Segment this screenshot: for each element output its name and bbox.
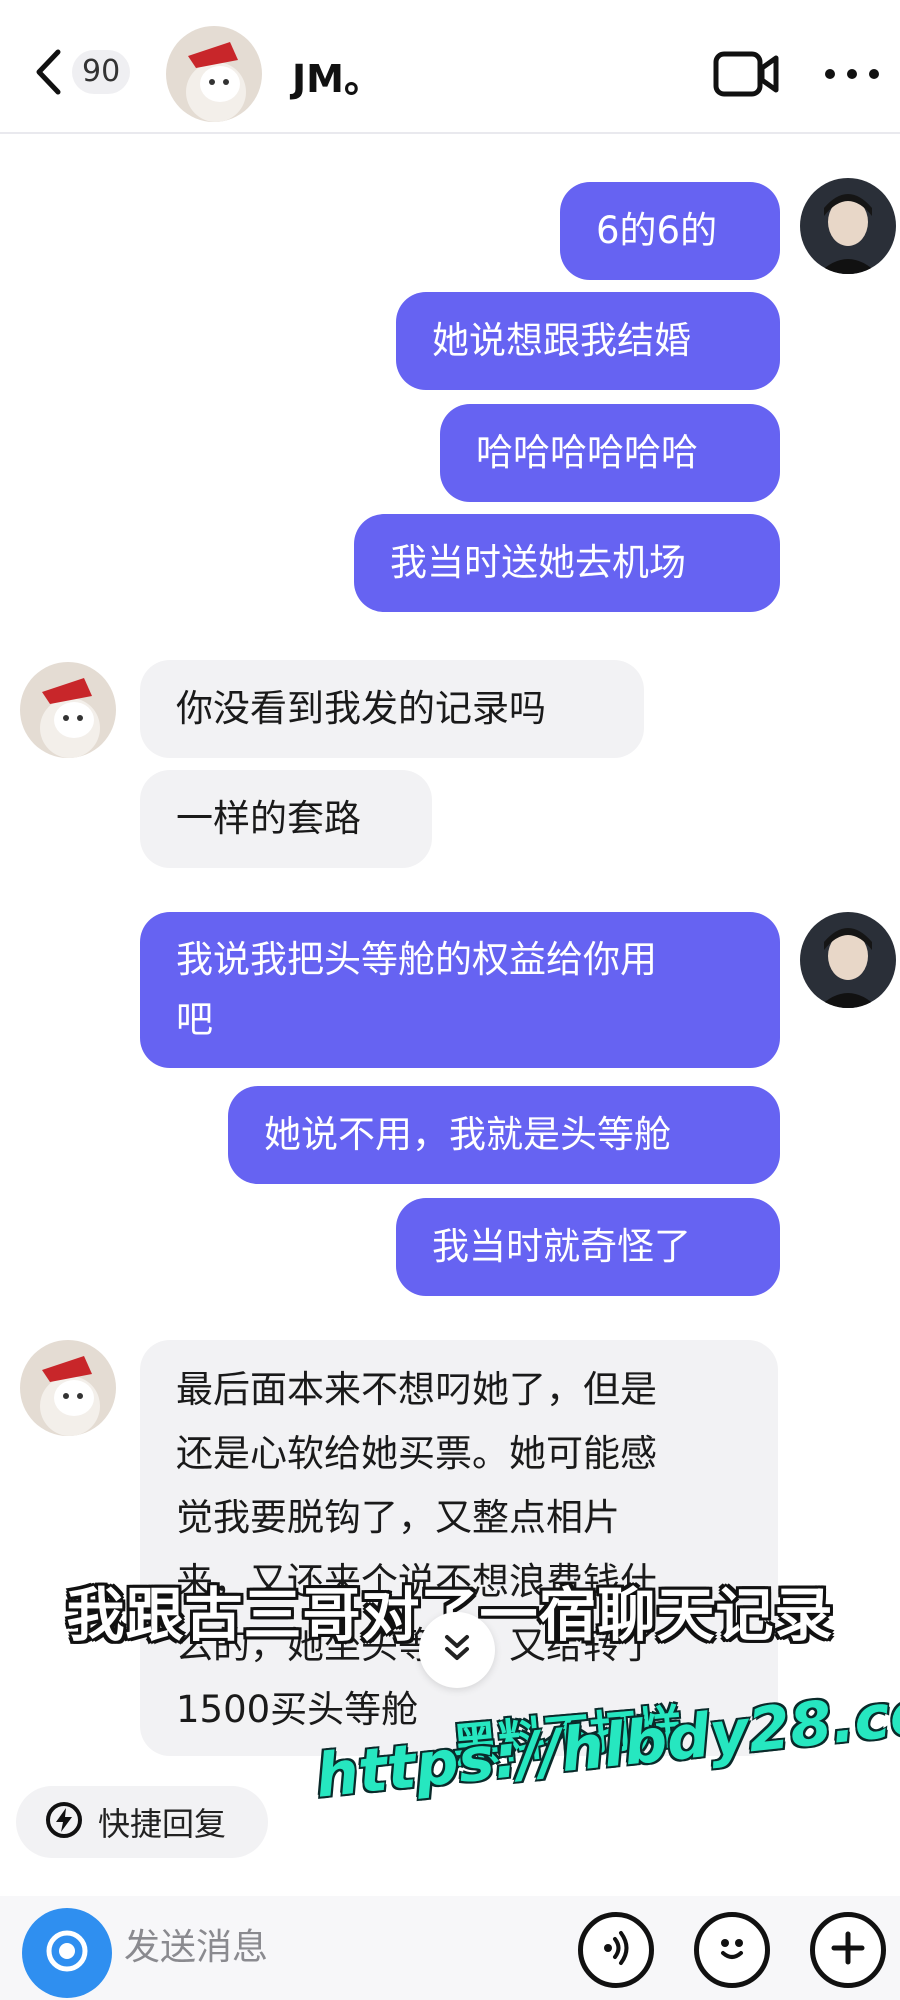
contact-avatar[interactable] xyxy=(166,26,262,122)
scroll-to-bottom-button[interactable] xyxy=(419,1612,495,1688)
quick-reply-button[interactable]: 快捷回复 xyxy=(16,1786,268,1858)
message-text: 一样的套路 xyxy=(176,797,361,840)
camera-icon xyxy=(41,1925,93,1981)
double-chevron-down-icon xyxy=(440,1631,474,1669)
message-input[interactable] xyxy=(124,1914,524,1980)
chevron-left-icon xyxy=(30,42,66,102)
message-bubble-sent[interactable]: 我说我把头等舱的权益给你用 吧 xyxy=(140,912,780,1068)
video-camera-icon xyxy=(712,51,782,106)
message-bubble-sent[interactable]: 我当时就奇怪了 xyxy=(396,1198,780,1296)
message-input-bar xyxy=(0,1896,900,2000)
message-text: 我当时就奇怪了 xyxy=(432,1225,691,1268)
chat-header: 90 JM。 xyxy=(0,0,900,134)
message-text-line: 我说我把头等舱的权益给你用 xyxy=(176,938,657,981)
message-bubble-received[interactable]: 你没看到我发的记录吗 xyxy=(140,660,644,758)
emoji-icon xyxy=(712,1928,752,1972)
message-bubble-sent[interactable]: 6的6的 xyxy=(560,182,780,280)
my-avatar[interactable] xyxy=(800,912,896,1008)
message-text-line: 吧 xyxy=(176,998,213,1041)
contact-avatar[interactable] xyxy=(20,1340,116,1436)
message-bubble-sent[interactable]: 她说想跟我结婚 xyxy=(396,292,780,390)
message-text-line: 觉我要脱钩了，又整点相片 xyxy=(176,1496,620,1539)
video-call-button[interactable] xyxy=(712,46,782,102)
plus-icon xyxy=(828,1928,868,1972)
message-bubble-received[interactable]: 最后面本来不想叼她了，但是 还是心软给她买票。她可能感 觉我要脱钩了，又整点相片… xyxy=(140,1340,778,1756)
unread-count-badge: 90 xyxy=(72,50,131,94)
more-horizontal-icon xyxy=(820,69,884,96)
more-options-button[interactable] xyxy=(820,56,884,92)
message-text-line: 还是心软给她买票。她可能感 xyxy=(176,1432,657,1475)
camera-button[interactable] xyxy=(22,1908,112,1998)
my-avatar[interactable] xyxy=(800,178,896,274)
plus-button[interactable] xyxy=(810,1912,886,1988)
back-button[interactable]: 90 xyxy=(30,42,140,102)
emoji-button[interactable] xyxy=(694,1912,770,1988)
contact-avatar[interactable] xyxy=(20,662,116,758)
message-bubble-received[interactable]: 一样的套路 xyxy=(140,770,432,868)
message-bubble-sent[interactable]: 我当时送她去机场 xyxy=(354,514,780,612)
quick-reply-label: 快捷回复 xyxy=(98,1805,227,1843)
message-text: 你没看到我发的记录吗 xyxy=(176,687,546,730)
message-text-line: 最后面本来不想叼她了，但是 xyxy=(176,1368,657,1411)
message-text: 6的6的 xyxy=(596,209,718,252)
message-bubble-sent[interactable]: 她说不用，我就是头等舱 xyxy=(228,1086,780,1184)
voice-icon xyxy=(596,1928,636,1972)
message-text: 哈哈哈哈哈哈 xyxy=(476,431,698,474)
message-text: 她说想跟我结婚 xyxy=(432,319,691,362)
message-bubble-sent[interactable]: 哈哈哈哈哈哈 xyxy=(440,404,780,502)
voice-button[interactable] xyxy=(578,1912,654,1988)
message-text: 她说不用，我就是头等舱 xyxy=(264,1113,671,1156)
lightning-icon xyxy=(44,1800,84,1844)
contact-name: JM。 xyxy=(292,57,382,101)
message-text: 我当时送她去机场 xyxy=(390,541,686,584)
